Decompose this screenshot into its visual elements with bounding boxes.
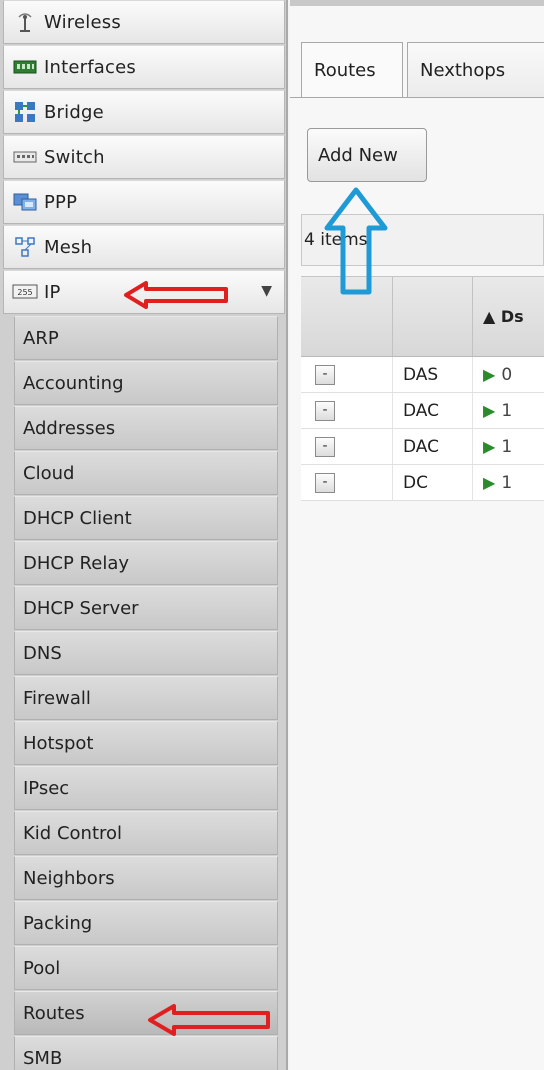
sidebar-item-label: Wireless (44, 11, 121, 33)
column-header-flags[interactable] (393, 277, 473, 356)
tab-divider (290, 97, 544, 98)
tab-routes[interactable]: Routes (301, 42, 403, 98)
sidebar-item-label: Bridge (44, 101, 104, 123)
flag-icon: ▶ (483, 473, 496, 492)
sidebar-item-mesh[interactable]: Mesh (3, 225, 285, 269)
main-panel: Routes Nexthops Add New 4 items ▲ Ds - D… (290, 0, 544, 1070)
dst-address-cell: 1 (501, 436, 513, 457)
blue-arrow-add-new-annotation (324, 187, 388, 295)
submenu-item-dhcp-server[interactable]: DHCP Server (14, 586, 278, 630)
svg-text:255: 255 (17, 288, 32, 297)
ip-icon: 255 (12, 281, 38, 303)
sidebar-item-label: Switch (44, 146, 105, 168)
column-header-dst-address[interactable]: ▲ Ds (473, 277, 544, 356)
dst-address-cell: 0 (501, 364, 513, 385)
sidebar: Wireless Interfaces Bridge Switch PPP Me… (0, 0, 288, 1070)
submenu-item-smb[interactable]: SMB (14, 1036, 278, 1070)
sidebar-item-bridge[interactable]: Bridge (3, 90, 285, 134)
sidebar-item-ppp[interactable]: PPP (3, 180, 285, 224)
table-row[interactable]: - DAS ▶ 0 (301, 357, 544, 393)
remove-button[interactable]: - (315, 364, 335, 385)
submenu-item-addresses[interactable]: Addresses (14, 406, 278, 450)
submenu-item-pool[interactable]: Pool (14, 946, 278, 990)
flags-cell: DAC (393, 429, 473, 464)
submenu-item-accounting[interactable]: Accounting (14, 361, 278, 405)
switch-icon (12, 146, 38, 168)
red-arrow-routes-annotation (148, 1004, 270, 1036)
submenu-item-hotspot[interactable]: Hotspot (14, 721, 278, 765)
submenu-item-firewall[interactable]: Firewall (14, 676, 278, 720)
submenu-item-dhcp-client[interactable]: DHCP Client (14, 496, 278, 540)
antenna-icon (12, 11, 38, 33)
submenu-item-neighbors[interactable]: Neighbors (14, 856, 278, 900)
flag-icon: ▶ (483, 437, 496, 456)
routes-table: ▲ Ds - DAS ▶ 0 - DAC ▶ 1 - DAC ▶ 1 - DC ▶ 1 (301, 276, 544, 501)
flags-cell: DC (393, 465, 473, 500)
submenu-item-arp[interactable]: ARP (14, 316, 278, 360)
dst-address-cell: 1 (501, 400, 513, 421)
flags-cell: DAS (393, 357, 473, 392)
remove-button[interactable]: - (315, 400, 335, 421)
submenu-item-dhcp-relay[interactable]: DHCP Relay (14, 541, 278, 585)
sidebar-item-label: Mesh (44, 236, 93, 258)
sidebar-item-label: PPP (44, 191, 78, 213)
sidebar-item-wireless[interactable]: Wireless (3, 0, 285, 44)
dst-address-cell: 1 (501, 472, 513, 493)
add-new-button[interactable]: Add New (307, 128, 427, 182)
flags-cell: DAC (393, 393, 473, 428)
sidebar-item-interfaces[interactable]: Interfaces (3, 45, 285, 89)
ppp-icon (12, 191, 38, 213)
flag-icon: ▶ (483, 365, 496, 384)
table-row[interactable]: - DAC ▶ 1 (301, 429, 544, 465)
submenu-item-cloud[interactable]: Cloud (14, 451, 278, 495)
title-bar (290, 0, 544, 6)
table-row[interactable]: - DC ▶ 1 (301, 465, 544, 501)
sidebar-item-label: Interfaces (44, 56, 136, 78)
submenu-item-dns[interactable]: DNS (14, 631, 278, 675)
chevron-down-icon[interactable]: ▼ (261, 283, 272, 299)
submenu-item-packing[interactable]: Packing (14, 901, 278, 945)
table-row[interactable]: - DAC ▶ 1 (301, 393, 544, 429)
network-card-icon (12, 56, 38, 78)
submenu-item-ipsec[interactable]: IPsec (14, 766, 278, 810)
red-arrow-ip-annotation (124, 281, 228, 309)
remove-button[interactable]: - (315, 436, 335, 457)
remove-button[interactable]: - (315, 472, 335, 493)
mesh-icon (12, 236, 38, 258)
tab-nexthops[interactable]: Nexthops (407, 42, 544, 98)
flag-icon: ▶ (483, 401, 496, 420)
sidebar-item-switch[interactable]: Switch (3, 135, 285, 179)
sidebar-item-label: IP (44, 281, 61, 303)
submenu-item-kid-control[interactable]: Kid Control (14, 811, 278, 855)
bridge-icon (12, 101, 38, 123)
